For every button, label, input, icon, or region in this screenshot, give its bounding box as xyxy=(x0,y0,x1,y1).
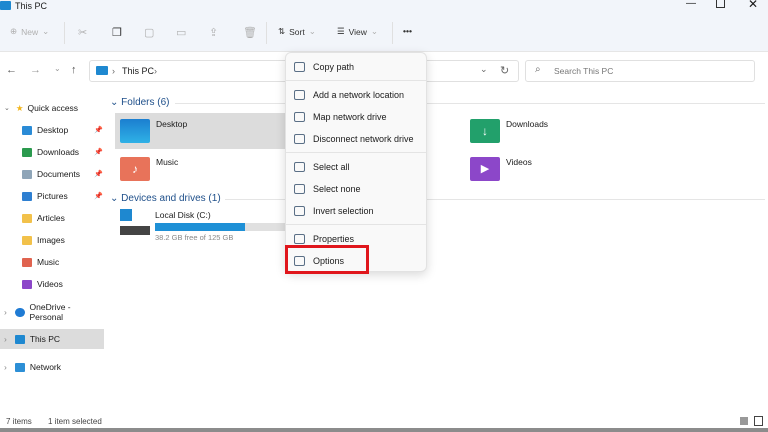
options-highlight-box xyxy=(285,245,369,274)
add-a-network-location-icon xyxy=(294,90,305,100)
menu-separator xyxy=(286,224,426,225)
maximize-button[interactable] xyxy=(716,0,725,8)
menu-item-select-none[interactable]: Select none xyxy=(292,179,422,199)
recent-button[interactable]: ⌄ xyxy=(54,64,61,73)
folder-music[interactable]: ♪ Music xyxy=(120,157,178,181)
menu-item-copy-path[interactable]: Copy path xyxy=(292,57,422,77)
search-icon: ⌕ xyxy=(535,64,541,75)
articles-icon xyxy=(22,213,32,223)
sidebar-network[interactable]: › Network xyxy=(0,357,104,377)
address-dropdown[interactable]: ⌄ xyxy=(480,64,488,75)
breadcrumb-this-pc[interactable]: This PC xyxy=(122,66,154,76)
menu-item-add-a-network-location[interactable]: Add a network location xyxy=(292,85,422,105)
images-icon xyxy=(22,235,32,245)
menu-item-map-network-drive[interactable]: Map network drive xyxy=(292,107,422,127)
invert-selection-icon xyxy=(294,206,305,216)
sort-button[interactable]: ⇅ Sort ⌄ xyxy=(278,26,316,37)
pin-icon: 📌 xyxy=(94,127,103,134)
pin-icon: 📌 xyxy=(94,149,103,156)
folders-section-header[interactable]: ⌄ Folders (6) xyxy=(110,97,170,108)
background-strip xyxy=(0,428,768,432)
sidebar-item-desktop[interactable]: Desktop 📌 xyxy=(0,120,104,140)
sidebar-item-images[interactable]: Images xyxy=(0,230,104,250)
new-button[interactable]: ⊕ New ⌄ xyxy=(10,26,49,37)
this-pc-icon xyxy=(14,334,25,344)
select-all-icon xyxy=(294,162,305,172)
folder-downloads[interactable]: ↓ Downloads xyxy=(470,119,548,143)
music-icon xyxy=(22,257,32,267)
item-count: 7 items xyxy=(6,417,32,426)
drive-usage-bar xyxy=(155,223,285,231)
tiles-view-button[interactable] xyxy=(754,416,763,426)
drive-free-space: 38.2 GB free of 125 GB xyxy=(155,233,234,242)
menu-separator xyxy=(286,80,426,81)
up-button[interactable]: ↑ xyxy=(71,64,77,76)
drive-label[interactable]: Local Disk (C:) xyxy=(155,210,211,220)
pin-icon: 📌 xyxy=(94,193,103,200)
minimize-button[interactable]: — xyxy=(686,0,696,9)
cut-button[interactable]: ✂ xyxy=(78,26,87,39)
back-button[interactable]: ← xyxy=(6,64,17,76)
desktop-folder-icon xyxy=(120,119,150,143)
videos-icon xyxy=(22,279,32,289)
sidebar-item-pictures[interactable]: Pictures 📌 xyxy=(0,186,104,206)
forward-button[interactable]: → xyxy=(30,64,41,76)
map-network-drive-icon xyxy=(294,112,305,122)
select-none-icon xyxy=(294,184,305,194)
sidebar-item-music[interactable]: Music xyxy=(0,252,104,272)
pictures-icon xyxy=(22,191,32,201)
refresh-button[interactable]: ↻ xyxy=(500,64,509,77)
sidebar-item-documents[interactable]: Documents 📌 xyxy=(0,164,104,184)
drive-icon xyxy=(120,209,152,237)
this-pc-icon xyxy=(96,66,108,75)
downloads-icon xyxy=(22,147,32,157)
selection-count: 1 item selected xyxy=(48,417,102,426)
documents-icon xyxy=(22,169,32,179)
star-icon: ★ xyxy=(15,102,24,113)
sidebar-item-downloads[interactable]: Downloads 📌 xyxy=(0,142,104,162)
music-folder-icon: ♪ xyxy=(120,157,150,181)
title-bar: This PC — ✕ xyxy=(0,0,768,14)
cloud-icon xyxy=(14,307,25,317)
window-title: This PC xyxy=(15,1,48,11)
folder-desktop[interactable]: Desktop xyxy=(120,119,187,143)
network-icon xyxy=(14,362,25,372)
search-input[interactable]: Search This PC xyxy=(525,60,755,82)
details-view-button[interactable] xyxy=(740,417,748,425)
menu-item-disconnect-network-drive[interactable]: Disconnect network drive xyxy=(292,129,422,149)
menu-item-invert-selection[interactable]: Invert selection xyxy=(292,201,422,221)
share-button[interactable]: ⇪ xyxy=(209,26,218,39)
drives-section-header[interactable]: ⌄ Devices and drives (1) xyxy=(110,193,221,204)
view-button[interactable]: ☰ View ⌄ xyxy=(337,26,378,37)
paste-button[interactable]: ▢ xyxy=(144,26,154,39)
copy-path-icon xyxy=(294,62,305,72)
sidebar-item-videos[interactable]: Videos xyxy=(0,274,104,294)
sidebar-item-articles[interactable]: Articles xyxy=(0,208,104,228)
properties-icon xyxy=(294,234,305,244)
rename-button[interactable]: ▭ xyxy=(176,26,186,39)
sidebar-this-pc[interactable]: › This PC xyxy=(0,329,104,349)
menu-item-select-all[interactable]: Select all xyxy=(292,157,422,177)
plus-circle-icon: ⊕ xyxy=(10,26,18,36)
sort-icon: ⇅ xyxy=(278,26,286,36)
desktop-icon xyxy=(22,125,32,135)
videos-folder-icon: ▶ xyxy=(470,157,500,181)
copy-button[interactable]: ❐ xyxy=(112,26,122,39)
delete-button[interactable]: 🗑 xyxy=(243,26,257,39)
more-button[interactable]: ••• xyxy=(403,26,412,36)
folder-videos[interactable]: ▶ Videos xyxy=(470,157,532,181)
status-bar: 7 items 1 item selected xyxy=(0,415,768,429)
this-pc-icon xyxy=(0,1,11,10)
disconnect-network-drive-icon xyxy=(294,134,305,144)
view-icon: ☰ xyxy=(337,26,345,36)
close-button[interactable]: ✕ xyxy=(748,0,758,11)
menu-separator xyxy=(286,152,426,153)
sidebar-onedrive[interactable]: › OneDrive - Personal xyxy=(0,302,104,322)
downloads-folder-icon: ↓ xyxy=(470,119,500,143)
more-options-menu: Copy path Add a network location Map netwo… xyxy=(285,52,427,272)
sidebar-quick-access[interactable]: ⌄ ★ Quick access xyxy=(0,98,104,118)
pin-icon: 📌 xyxy=(94,171,103,178)
